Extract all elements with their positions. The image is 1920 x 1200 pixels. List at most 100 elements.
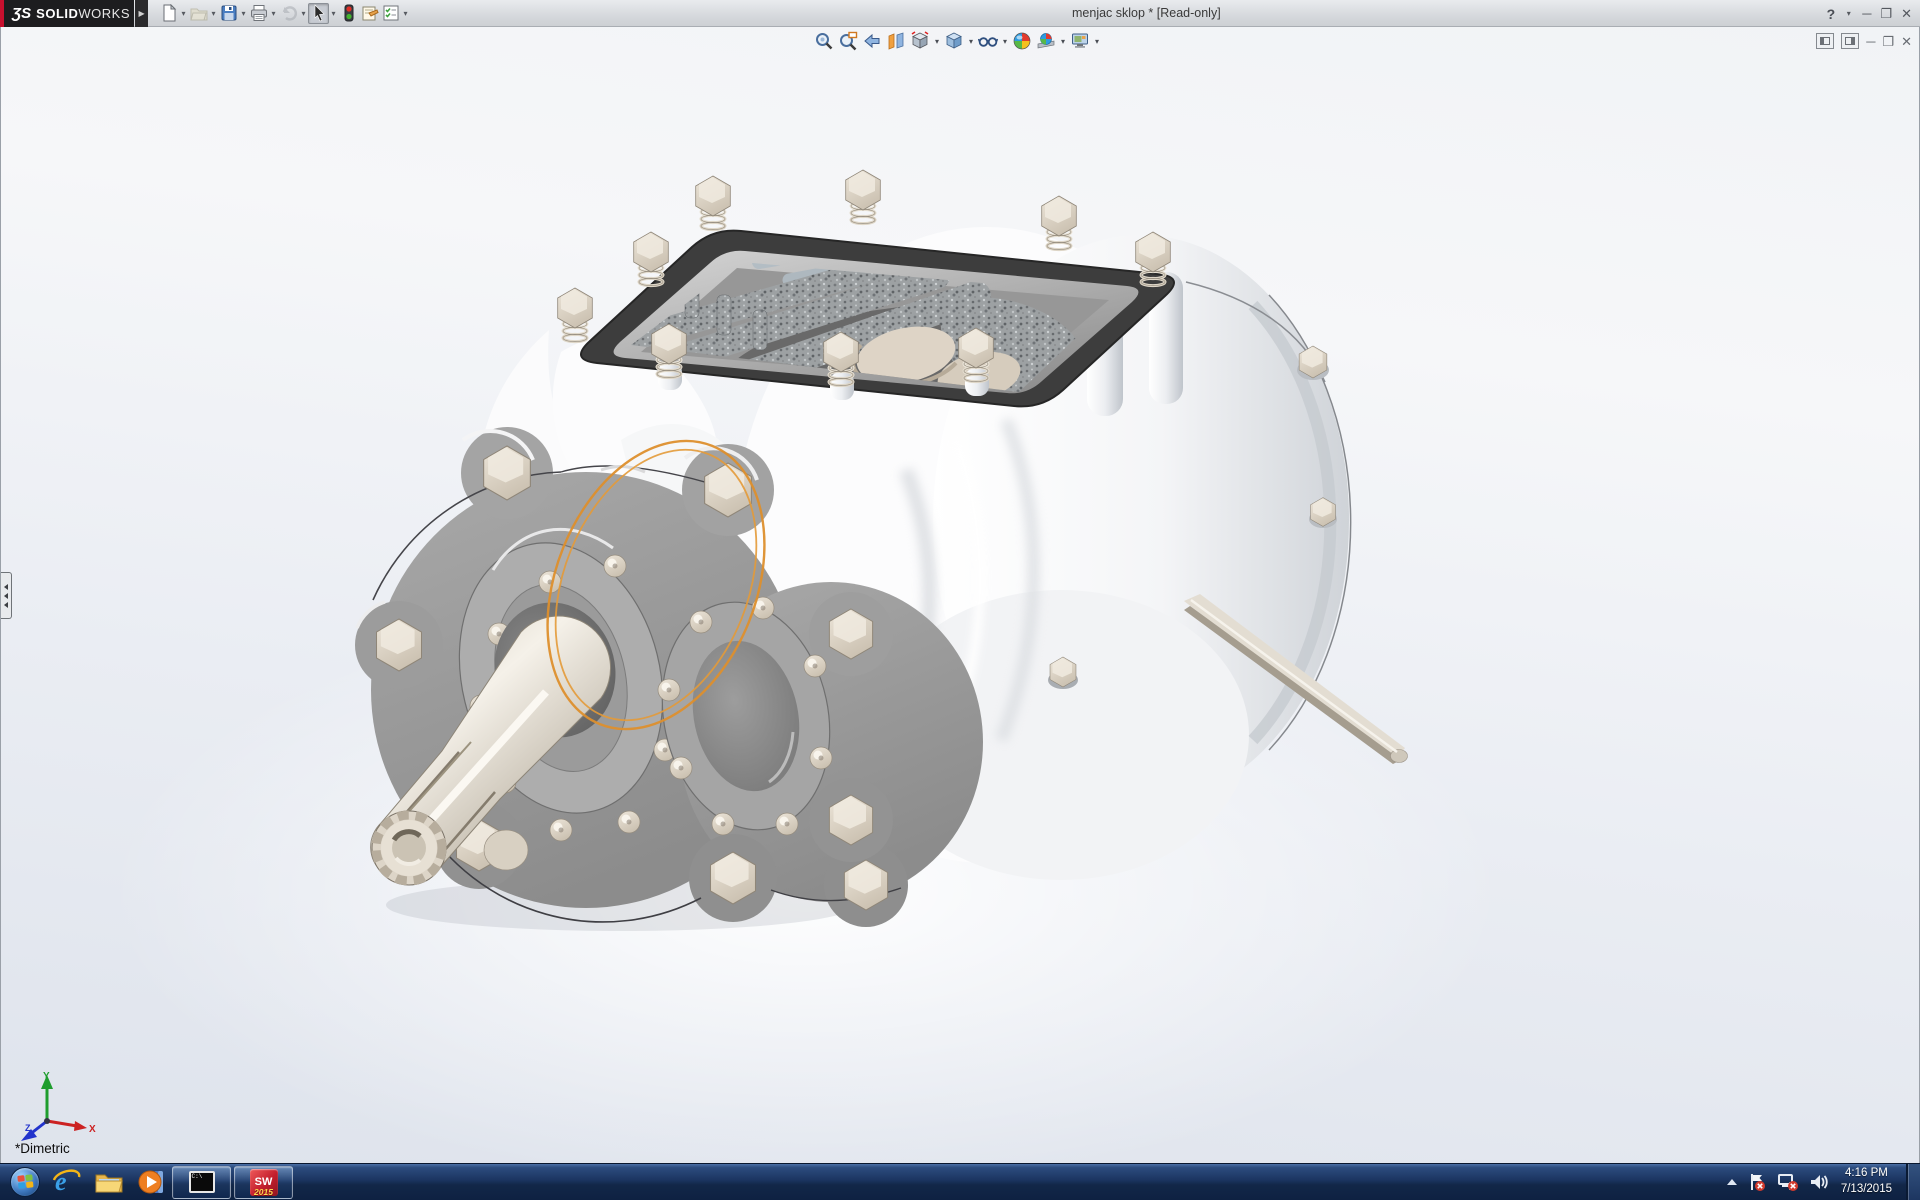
- save-button[interactable]: [218, 3, 239, 24]
- cursor-arrow-icon: [310, 4, 328, 22]
- shaded-cube-icon: [944, 31, 964, 51]
- y-axis-label: Y: [43, 1071, 50, 1082]
- edit-appearance-button[interactable]: [1011, 30, 1033, 52]
- page-icon: [160, 4, 178, 22]
- view-settings-caret[interactable]: ▾: [1093, 37, 1101, 46]
- select-tool-button[interactable]: [308, 3, 329, 24]
- media-player-button[interactable]: [135, 1165, 169, 1199]
- pane-right-button[interactable]: [1841, 33, 1859, 49]
- internet-explorer-button[interactable]: e: [49, 1165, 83, 1199]
- print-button[interactable]: [248, 3, 269, 24]
- x-axis-label: X: [89, 1124, 96, 1135]
- expand-arrow-icon: [4, 602, 8, 608]
- options-button[interactable]: [380, 3, 401, 24]
- previous-view-button[interactable]: [861, 30, 883, 52]
- show-desktop-button[interactable]: [1906, 1164, 1920, 1200]
- select-dropdown-caret[interactable]: ▾: [329, 9, 338, 18]
- undo-dropdown-caret[interactable]: ▾: [299, 9, 308, 18]
- apply-scene-button[interactable]: [1035, 30, 1057, 52]
- new-document-button[interactable]: [158, 3, 179, 24]
- window-controls: ? ▾ ─ ❐ ✕: [1827, 0, 1912, 27]
- brand-solid: SOLID: [36, 6, 78, 21]
- open-document-button[interactable]: [188, 3, 209, 24]
- zoom-to-area-button[interactable]: [837, 30, 859, 52]
- pane-left-button[interactable]: [1816, 33, 1834, 49]
- magnifier-icon: [814, 31, 834, 51]
- window-title: menjac sklop * [Read-only]: [1072, 6, 1221, 20]
- undo-arrow-icon: [280, 4, 298, 22]
- network-status-icon[interactable]: [1777, 1172, 1799, 1192]
- close-document-button[interactable]: ✕: [1901, 35, 1912, 48]
- new-dropdown-caret[interactable]: ▾: [179, 9, 188, 18]
- view-orientation-caret[interactable]: ▾: [933, 37, 941, 46]
- taskbar-clock[interactable]: 4:16 PM 7/13/2015: [1841, 1166, 1892, 1197]
- open-dropdown-caret[interactable]: ▾: [209, 9, 218, 18]
- color-ball-icon: [1012, 31, 1032, 51]
- brand-works: WORKS: [78, 6, 130, 21]
- minimize-document-button[interactable]: ─: [1866, 35, 1875, 48]
- zoom-to-fit-button[interactable]: [813, 30, 835, 52]
- scene-ball-icon: [1036, 31, 1056, 51]
- volume-icon[interactable]: [1809, 1172, 1831, 1192]
- help-dropdown-caret[interactable]: ▾: [1844, 9, 1853, 18]
- hide-show-items-button[interactable]: [977, 30, 999, 52]
- display-style-button[interactable]: [943, 30, 965, 52]
- action-center-flag-icon[interactable]: [1747, 1172, 1767, 1192]
- system-tray: 4:16 PM 7/13/2015: [1727, 1164, 1920, 1200]
- back-arrow-icon: [862, 31, 882, 51]
- expand-arrow-icon: [4, 584, 8, 590]
- view-orientation-button[interactable]: [909, 30, 931, 52]
- file-properties-button[interactable]: [359, 3, 380, 24]
- traffic-light-icon: [340, 4, 358, 22]
- tray-date: 7/13/2015: [1841, 1182, 1892, 1198]
- solidworks-2015-button[interactable]: SW 2015: [234, 1166, 293, 1199]
- undo-button[interactable]: [278, 3, 299, 24]
- view-settings-button[interactable]: [1069, 30, 1091, 52]
- collapsed-panel-tab[interactable]: [1, 572, 12, 619]
- restore-button[interactable]: ❐: [1880, 7, 1892, 20]
- document-window-controls: ─ ❐ ✕: [1816, 33, 1912, 49]
- rebuild-button[interactable]: [338, 3, 359, 24]
- checklist-icon: [382, 4, 400, 22]
- reference-triad: Y X Z: [13, 1069, 99, 1145]
- hidden-icons-caret[interactable]: [1727, 1179, 1737, 1185]
- printer-icon: [250, 4, 268, 22]
- standard-toolbar: ▾ ▾ ▾: [158, 3, 410, 24]
- section-planes-icon: [886, 31, 906, 51]
- magnifier-area-icon: [838, 31, 858, 51]
- internet-explorer-icon: e: [51, 1167, 81, 1197]
- display-style-caret[interactable]: ▾: [967, 37, 975, 46]
- graphics-viewport[interactable]: ▾ ▾ ▾: [0, 27, 1920, 1163]
- close-button[interactable]: ✕: [1901, 7, 1912, 20]
- media-player-icon: [137, 1167, 167, 1197]
- print-dropdown-caret[interactable]: ▾: [269, 9, 278, 18]
- 3ds-mark: ƷS: [12, 5, 31, 22]
- menu-expand-arrow[interactable]: ▶: [135, 0, 148, 27]
- options-dropdown-caret[interactable]: ▾: [401, 9, 410, 18]
- folder-icon: [190, 4, 208, 22]
- help-button[interactable]: ?: [1827, 7, 1836, 21]
- start-button[interactable]: [10, 1167, 40, 1197]
- glasses-icon: [978, 31, 998, 51]
- view-cube-icon: [910, 31, 930, 51]
- minimize-button[interactable]: ─: [1862, 7, 1871, 20]
- folder-icon: [94, 1167, 124, 1197]
- windows-taskbar: e C:\ SW: [0, 1163, 1920, 1200]
- command-prompt-button[interactable]: C:\: [172, 1166, 231, 1199]
- expand-arrow-icon: [4, 593, 8, 599]
- command-prompt-icon: C:\: [189, 1171, 215, 1193]
- save-dropdown-caret[interactable]: ▾: [239, 9, 248, 18]
- hide-show-items-caret[interactable]: ▾: [1001, 37, 1009, 46]
- x-axis-arrow: [74, 1121, 87, 1131]
- title-bar: ƷS SOLID WORKS ▶ ▾ ▾: [0, 0, 1920, 27]
- model-canvas[interactable]: [1, 27, 1920, 1163]
- restore-document-button[interactable]: ❐: [1882, 35, 1894, 48]
- floppy-icon: [220, 4, 238, 22]
- monitor-icon: [1070, 31, 1090, 51]
- logo-red-strip: [0, 0, 4, 27]
- apply-scene-caret[interactable]: ▾: [1059, 37, 1067, 46]
- section-view-button[interactable]: [885, 30, 907, 52]
- solidworks-logo[interactable]: ƷS SOLID WORKS: [0, 0, 134, 27]
- windows-explorer-button[interactable]: [92, 1165, 126, 1199]
- windows-flag-icon: [17, 1174, 34, 1191]
